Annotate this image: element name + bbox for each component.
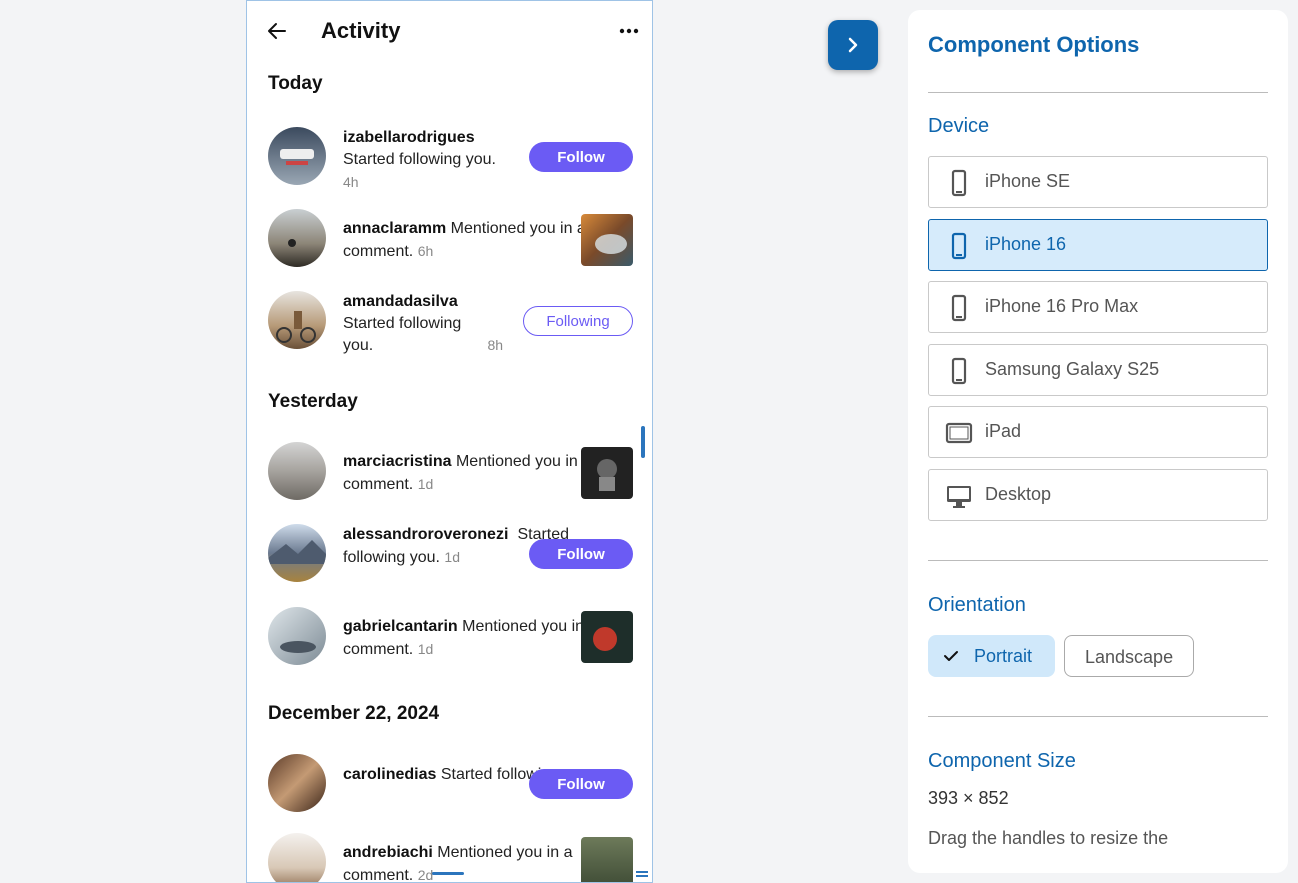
divider — [928, 92, 1268, 93]
component-size-value: 393 × 852 — [928, 788, 1009, 808]
username[interactable]: marciacristina — [343, 453, 452, 470]
device-option-samsung-galaxy-s25[interactable]: Samsung Galaxy S25 — [928, 344, 1268, 396]
scrollbar[interactable] — [641, 426, 645, 458]
avatar[interactable] — [268, 754, 326, 812]
tablet-icon — [945, 422, 973, 444]
list-item[interactable]: marciacristina Mentioned you in a commen… — [268, 442, 633, 506]
username[interactable]: andrebiachi — [343, 844, 433, 861]
list-item[interactable]: izabellarodrigues Started following you.… — [268, 127, 633, 191]
page-title: Activity — [321, 18, 401, 43]
phone-icon — [951, 294, 967, 322]
follow-button[interactable]: Follow — [529, 539, 633, 569]
list-item[interactable]: andrebiachi Mentioned you in a comment. … — [268, 833, 633, 883]
resize-handle-corner[interactable] — [636, 871, 648, 877]
username[interactable]: carolinedias — [343, 766, 436, 783]
section-title-today: Today — [268, 73, 323, 94]
timestamp: 8h — [487, 337, 504, 353]
device-label: Samsung Galaxy S25 — [985, 359, 1160, 379]
device-label: Desktop — [985, 484, 1052, 504]
timestamp: 1d — [417, 641, 434, 657]
phone-preview: Activity Today izabellarodrigues Started… — [246, 0, 653, 883]
panel-title: Component Options — [928, 32, 1140, 57]
following-button[interactable]: Following — [523, 306, 633, 336]
timestamp: 2d — [417, 867, 434, 883]
top-bar: Activity — [247, 1, 652, 63]
back-arrow-icon[interactable] — [265, 19, 289, 43]
follow-button[interactable]: Follow — [529, 142, 633, 172]
avatar[interactable] — [268, 209, 326, 267]
list-item[interactable]: annaclaramm Mentioned you in a comment. … — [268, 209, 633, 273]
timestamp: 4h — [343, 174, 359, 190]
timestamp: 1d — [417, 476, 434, 492]
orientation-landscape-button[interactable]: Landscape — [1064, 635, 1194, 677]
post-thumbnail[interactable] — [581, 447, 633, 499]
timestamp: 6h — [417, 243, 434, 259]
username[interactable]: alessandroroveronezi — [343, 524, 513, 546]
username[interactable]: amandadasilva — [343, 293, 458, 310]
phone-icon — [951, 169, 967, 197]
post-thumbnail[interactable] — [581, 214, 633, 266]
component-options-panel: Component Options Device iPhone SE iPhon… — [908, 10, 1288, 873]
desktop-icon — [947, 486, 971, 508]
username[interactable]: annaclaramm — [343, 220, 446, 237]
avatar[interactable] — [268, 442, 326, 500]
section-title-date: December 22, 2024 — [268, 703, 440, 724]
username[interactable]: izabellarodrigues — [343, 129, 475, 146]
device-label: iPhone SE — [985, 171, 1071, 191]
component-size-heading: Component Size — [928, 750, 1076, 772]
device-option-iphone-16[interactable]: iPhone 16 — [928, 219, 1268, 271]
toggle-panel-button[interactable] — [828, 20, 878, 70]
post-thumbnail[interactable] — [581, 837, 633, 882]
follow-button[interactable]: Follow — [529, 769, 633, 799]
orientation-portrait-button[interactable]: Portrait — [928, 635, 1055, 677]
avatar[interactable] — [268, 127, 326, 185]
more-options-icon[interactable] — [616, 19, 642, 43]
orientation-label: Portrait — [974, 646, 1033, 666]
device-label: iPhone 16 Pro Max — [985, 296, 1139, 316]
phone-icon — [951, 232, 967, 260]
avatar[interactable] — [268, 524, 326, 582]
activity-text: Started following you. — [343, 315, 462, 354]
username[interactable]: gabrielcantarin — [343, 618, 458, 635]
activity-text: Started following you. — [343, 151, 496, 168]
avatar[interactable] — [268, 607, 326, 665]
device-option-iphone-se[interactable]: iPhone SE — [928, 156, 1268, 208]
post-thumbnail[interactable] — [581, 611, 633, 663]
component-size-help: Drag the handles to resize the — [928, 828, 1169, 848]
phone-icon — [951, 357, 967, 385]
avatar[interactable] — [268, 833, 326, 882]
resize-handle-bottom[interactable] — [432, 872, 464, 875]
timestamp: 1d — [444, 549, 460, 565]
avatar[interactable] — [268, 291, 326, 349]
device-option-desktop[interactable]: Desktop — [928, 469, 1268, 521]
list-item[interactable]: alessandroroveronezi Started following y… — [268, 524, 633, 588]
chevron-right-icon — [848, 37, 858, 53]
divider — [928, 560, 1268, 561]
list-item[interactable]: amandadasilva Started following you. 8h … — [268, 291, 633, 355]
device-label: iPhone 16 — [985, 234, 1067, 254]
device-label: iPad — [985, 421, 1022, 441]
orientation-heading: Orientation — [928, 594, 1026, 616]
divider — [928, 716, 1268, 717]
device-heading: Device — [928, 115, 990, 137]
device-option-iphone-16-pro-max[interactable]: iPhone 16 Pro Max — [928, 281, 1268, 333]
orientation-label: Landscape — [1085, 647, 1174, 667]
check-icon — [944, 651, 958, 661]
device-option-ipad[interactable]: iPad — [928, 406, 1268, 458]
section-title-yesterday: Yesterday — [268, 391, 358, 412]
list-item[interactable]: carolinedias Started following you. 2d F… — [268, 754, 633, 818]
list-item[interactable]: gabrielcantarin Mentioned you in a comme… — [268, 607, 633, 671]
